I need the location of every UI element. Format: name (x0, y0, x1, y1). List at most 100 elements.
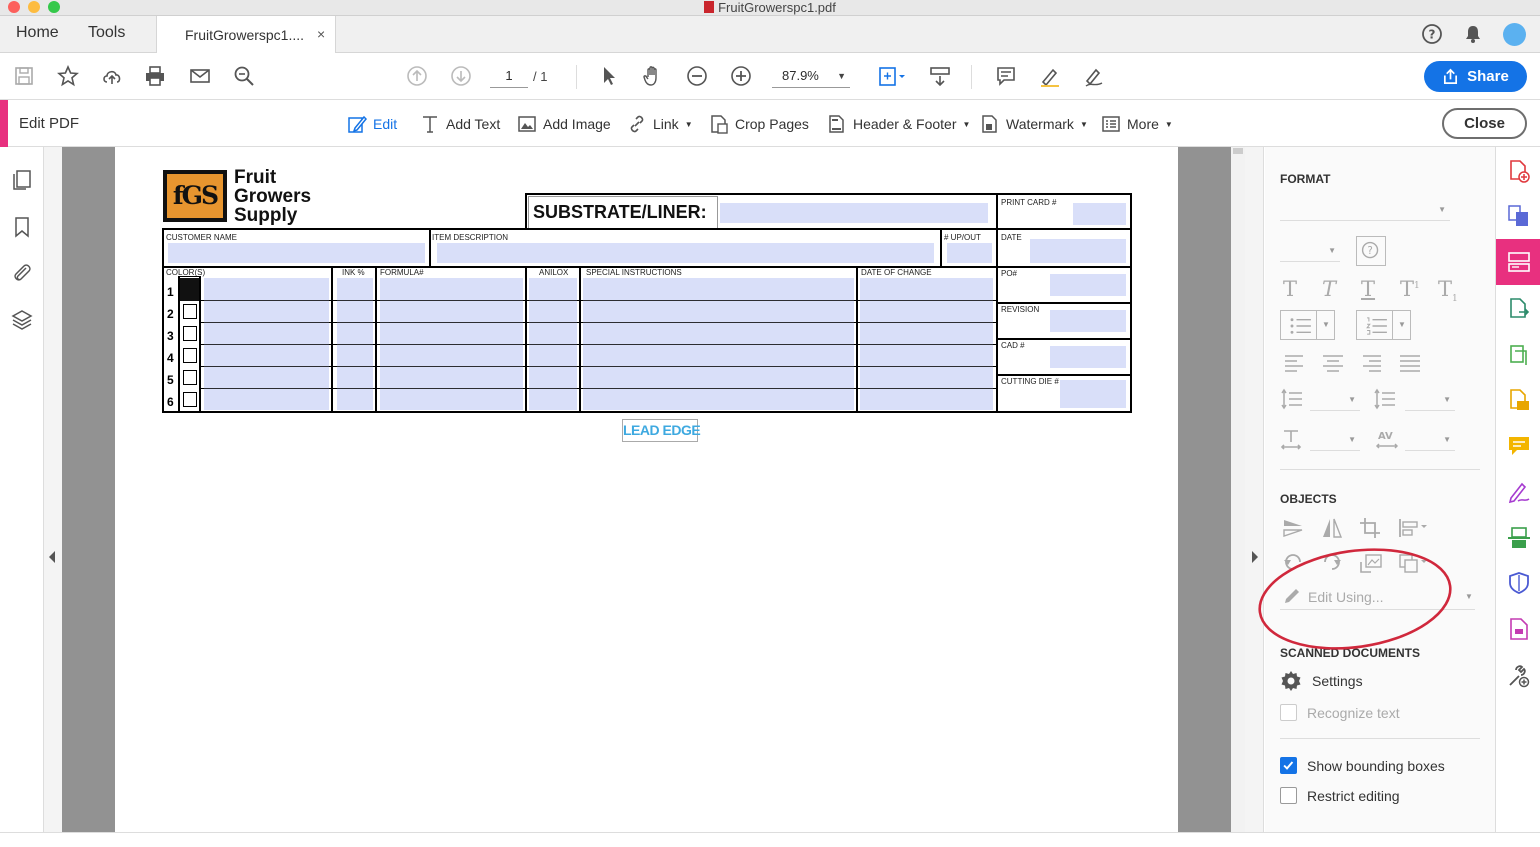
line-spacing-icon[interactable] (1280, 388, 1304, 410)
edit-using-select[interactable]: Edit Using... ▼ (1280, 584, 1475, 610)
edit-pdf-tool-active[interactable] (1496, 239, 1540, 285)
substrate-field[interactable] (720, 203, 988, 223)
home-tab[interactable]: Home (16, 24, 59, 42)
protect-shield-icon[interactable] (1507, 571, 1531, 595)
character-spacing-icon[interactable]: AV (1375, 428, 1399, 450)
cad-field[interactable] (1050, 346, 1126, 368)
close-tab-icon[interactable]: × (317, 26, 325, 42)
font-color-button[interactable]: ? (1356, 236, 1386, 266)
add-text-button[interactable]: Add Text (420, 112, 500, 136)
bookmarks-icon[interactable] (10, 215, 34, 239)
create-pdf-icon[interactable] (1507, 159, 1531, 183)
align-objects-icon[interactable] (1397, 517, 1431, 539)
color-checkbox-5[interactable] (183, 370, 197, 385)
color-checkbox-6[interactable] (183, 392, 197, 407)
close-edit-button[interactable]: Close (1442, 108, 1527, 139)
search-zoom-icon[interactable] (231, 63, 257, 89)
restrict-editing-checkbox[interactable] (1280, 787, 1297, 804)
character-spacing-select[interactable]: ▼ (1405, 429, 1455, 451)
page-thumbnails-icon[interactable] (10, 168, 34, 192)
scroll-mode-icon[interactable] (927, 63, 953, 89)
comment-tool-icon[interactable] (1507, 434, 1531, 458)
color-checkbox-2[interactable] (183, 304, 197, 319)
up-out-field[interactable] (947, 243, 992, 263)
link-button[interactable]: Link ▼ (627, 112, 693, 136)
show-bounding-boxes-option[interactable]: Show bounding boxes (1280, 757, 1445, 774)
layers-icon[interactable] (10, 308, 34, 332)
justify-icon[interactable] (1398, 352, 1422, 374)
tools-tab[interactable]: Tools (88, 24, 125, 42)
prepare-form-icon[interactable] (1507, 617, 1531, 641)
header-footer-button[interactable]: Header & Footer ▼ (827, 112, 970, 136)
combine-files-icon[interactable] (1507, 204, 1531, 228)
watermark-button[interactable]: Watermark ▼ (980, 112, 1088, 136)
text-regular-icon[interactable]: T (1283, 277, 1297, 301)
color-swatch-1[interactable] (180, 278, 199, 301)
restrict-editing-option[interactable]: Restrict editing (1280, 787, 1400, 804)
hand-tool-icon[interactable] (640, 63, 666, 89)
numbered-list-select[interactable]: ▼ (1356, 310, 1411, 340)
zoom-level-select[interactable]: 87.9% ▼ (772, 64, 850, 88)
replace-image-icon[interactable] (1359, 552, 1383, 574)
recognize-text-option[interactable]: Recognize text (1280, 704, 1400, 721)
send-for-review-icon[interactable] (1507, 388, 1531, 412)
zoom-in-icon[interactable] (728, 63, 754, 89)
collapse-left-arrow-icon[interactable] (49, 551, 55, 563)
edit-button[interactable]: Edit (347, 112, 397, 136)
rotate-right-icon[interactable] (1320, 552, 1344, 574)
collapse-right-arrow-icon[interactable] (1252, 551, 1258, 563)
font-size-select[interactable]: ▼ (1280, 240, 1340, 262)
sign-pen-icon[interactable] (1081, 63, 1107, 89)
text-underline-icon[interactable]: T (1361, 277, 1375, 301)
paragraph-spacing-icon[interactable] (1373, 388, 1397, 410)
document-tab[interactable]: FruitGrowerspc1.... × (156, 16, 336, 53)
crop-icon[interactable] (1359, 517, 1383, 539)
revision-field[interactable] (1050, 310, 1126, 332)
date-field[interactable] (1030, 239, 1126, 263)
horizontal-scale-select[interactable]: ▼ (1310, 429, 1360, 451)
align-right-icon[interactable] (1359, 352, 1383, 374)
fit-page-icon[interactable] (874, 63, 910, 89)
text-superscript-icon[interactable]: T1 (1400, 277, 1420, 301)
cutting-die-field[interactable] (1060, 380, 1126, 408)
color-checkbox-4[interactable] (183, 348, 197, 363)
text-subscript-icon[interactable]: T1 (1438, 277, 1458, 304)
left-panel-collapse-strip[interactable] (44, 147, 62, 832)
fill-and-sign-icon[interactable] (1507, 480, 1531, 504)
user-avatar[interactable] (1503, 23, 1526, 46)
show-bounding-boxes-checkbox[interactable] (1280, 757, 1297, 774)
zoom-out-icon[interactable] (684, 63, 710, 89)
save-icon[interactable] (11, 63, 37, 89)
customer-name-field[interactable] (168, 243, 425, 263)
email-icon[interactable] (187, 63, 213, 89)
attachments-icon[interactable] (10, 261, 34, 285)
vertical-scrollbar[interactable] (1231, 147, 1245, 832)
scan-ocr-icon[interactable] (1507, 526, 1531, 550)
organize-pages-icon[interactable] (1507, 343, 1531, 367)
item-description-field[interactable] (437, 243, 934, 263)
arrange-objects-icon[interactable] (1397, 552, 1431, 574)
horizontal-scale-icon[interactable] (1280, 428, 1304, 450)
comment-icon[interactable] (993, 63, 1019, 89)
flip-horizontal-icon[interactable] (1320, 517, 1344, 539)
help-icon[interactable]: ? (1421, 23, 1443, 45)
text-italic-icon[interactable]: T (1322, 277, 1336, 301)
crop-pages-button[interactable]: Crop Pages (709, 112, 809, 136)
bullet-list-select[interactable]: ▼ (1280, 310, 1335, 340)
settings-button[interactable]: Settings (1280, 670, 1363, 692)
export-pdf-icon[interactable] (1507, 297, 1531, 321)
color-checkbox-3[interactable] (183, 326, 197, 341)
recognize-text-checkbox[interactable] (1280, 704, 1297, 721)
align-left-icon[interactable] (1283, 352, 1307, 374)
print-icon[interactable] (142, 63, 168, 89)
cloud-upload-icon[interactable] (99, 63, 125, 89)
align-center-icon[interactable] (1321, 352, 1345, 374)
line-spacing-select[interactable]: ▼ (1310, 389, 1360, 411)
page-number-input[interactable]: 1 (490, 64, 528, 88)
share-button[interactable]: Share (1424, 61, 1527, 92)
rotate-left-icon[interactable] (1282, 552, 1306, 574)
po-field[interactable] (1050, 274, 1126, 296)
more-tools-icon[interactable] (1507, 664, 1531, 688)
print-card-field[interactable] (1073, 203, 1126, 225)
notification-bell-icon[interactable] (1463, 24, 1483, 44)
